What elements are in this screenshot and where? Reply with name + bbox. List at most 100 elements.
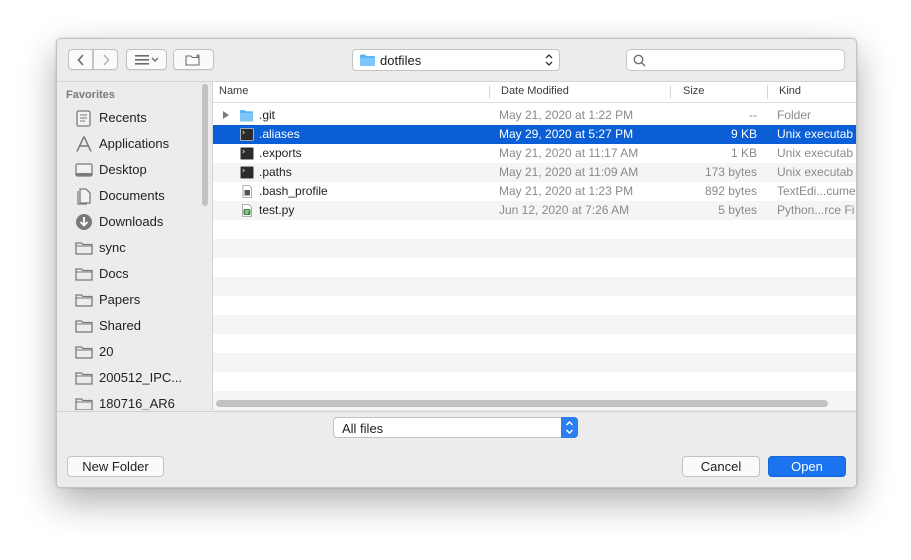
sidebar-item-label: Documents (99, 188, 165, 203)
updown-arrows-icon (545, 54, 553, 66)
chevron-left-icon (76, 53, 84, 66)
back-button[interactable] (68, 49, 93, 70)
path-selector[interactable]: dotfiles (352, 49, 560, 71)
sidebar-item-label: 20 (99, 344, 114, 359)
column-header-name[interactable]: Name (219, 85, 248, 97)
file-name: .exports (259, 146, 302, 160)
file-size: 1 KB (730, 146, 757, 160)
sidebar-item-downloads[interactable]: Downloads (57, 210, 202, 234)
search-input[interactable] (651, 52, 840, 70)
terminal-icon (240, 147, 254, 160)
file-size: 892 bytes (704, 184, 757, 198)
file-name: .git (259, 108, 276, 122)
file-name: test.py (259, 203, 295, 217)
column-header-date[interactable]: Date Modified (501, 85, 569, 97)
open-button[interactable]: Open (768, 456, 846, 477)
column-header-kind[interactable]: Kind (779, 85, 801, 97)
sidebar-item-docs[interactable]: Docs (57, 262, 202, 286)
column-header-size[interactable]: Size (683, 85, 704, 97)
file-row-bash-profile[interactable]: .bash_profile May 21, 2020 at 1:23 PM 89… (213, 182, 856, 201)
empty-row (213, 258, 856, 277)
empty-row (213, 372, 856, 391)
sidebar-item-label: Recents (99, 110, 147, 125)
toolbar: dotfiles (57, 39, 856, 82)
file-date: May 21, 2020 at 1:23 PM (499, 184, 634, 198)
empty-row (213, 239, 856, 258)
new-folder-button[interactable]: New Folder (67, 456, 164, 477)
clock-icon (76, 110, 91, 127)
sidebar-item-180716-ar6[interactable]: 180716_AR6 (57, 392, 202, 410)
new-folder-icon (184, 54, 200, 66)
file-name: .bash_profile (259, 184, 328, 198)
file-row-test-py[interactable]: test.py Jun 12, 2020 at 7:26 AM 5 bytes … (213, 201, 856, 220)
sidebar-item-shared[interactable]: Shared (57, 314, 202, 338)
empty-row (213, 353, 856, 372)
file-date: May 21, 2020 at 1:22 PM (499, 108, 634, 122)
column-header-row: Name Date Modified Size Kind (213, 82, 856, 103)
sidebar-item-label: 180716_AR6 (99, 396, 175, 410)
desktop-icon (75, 163, 93, 177)
sidebar-item-recents[interactable]: Recents (57, 106, 202, 130)
file-type-value: All files (342, 421, 384, 436)
file-row-paths[interactable]: .paths May 21, 2020 at 11:09 AM 173 byte… (213, 163, 856, 182)
sidebar-item-applications[interactable]: Applications (57, 132, 202, 156)
downloads-icon (76, 214, 92, 230)
file-row-aliases[interactable]: .aliases May 29, 2020 at 5:27 PM 9 KB Un… (213, 125, 856, 144)
documents-icon (77, 188, 91, 205)
sidebar-item-desktop[interactable]: Desktop (57, 158, 202, 182)
sidebar-item-papers[interactable]: Papers (57, 288, 202, 312)
file-list: Name Date Modified Size Kind .git May 21… (212, 82, 856, 410)
file-date: May 21, 2020 at 11:17 AM (499, 146, 639, 160)
file-name: .paths (259, 165, 292, 179)
sidebar-item-label: Shared (99, 318, 141, 333)
new-folder-toolbar-button[interactable] (173, 49, 214, 70)
file-kind: TextEdi...cume (777, 184, 856, 198)
cancel-button[interactable]: Cancel (682, 456, 760, 477)
empty-row (213, 334, 856, 353)
sidebar-scrollbar[interactable] (202, 84, 208, 206)
open-file-dialog: dotfiles Favorites Recents Applications … (56, 38, 857, 488)
file-size: 9 KB (730, 127, 757, 141)
terminal-icon (240, 128, 254, 141)
sidebar-item-label: 200512_IPC... (99, 370, 183, 385)
view-options-button[interactable] (126, 49, 167, 70)
sidebar-item-20[interactable]: 20 (57, 340, 202, 364)
column-divider[interactable] (670, 85, 671, 99)
folder-icon (75, 372, 93, 385)
python-file-icon (242, 204, 252, 217)
file-size: -- (749, 108, 757, 122)
horizontal-scrollbar[interactable] (216, 400, 828, 407)
file-size: 5 bytes (718, 203, 757, 217)
sidebar-item-documents[interactable]: Documents (57, 184, 202, 208)
applications-icon (76, 136, 92, 152)
folder-icon (75, 320, 93, 333)
disclosure-triangle-icon[interactable] (223, 111, 229, 119)
column-divider[interactable] (489, 85, 490, 99)
path-label: dotfiles (380, 52, 422, 68)
file-row-exports[interactable]: .exports May 21, 2020 at 11:17 AM 1 KB U… (213, 144, 856, 163)
empty-row (213, 277, 856, 296)
sidebar-item-label: Desktop (99, 162, 147, 177)
search-icon (633, 54, 646, 67)
list-view-icon (134, 54, 158, 65)
column-divider[interactable] (767, 85, 768, 99)
file-type-select[interactable]: All files (333, 417, 578, 438)
sidebar-item-200512-ipc[interactable]: 200512_IPC... (57, 366, 202, 390)
sidebar-item-label: Downloads (99, 214, 164, 229)
file-date: Jun 12, 2020 at 7:26 AM (499, 203, 630, 217)
sidebar-item-label: Docs (99, 266, 129, 281)
folder-icon (75, 268, 93, 281)
file-row-git[interactable]: .git May 21, 2020 at 1:22 PM -- Folder (213, 106, 856, 125)
search-field[interactable] (626, 49, 845, 71)
updown-arrows-icon (566, 421, 573, 434)
select-arrow[interactable] (561, 417, 578, 438)
folder-icon (75, 398, 93, 410)
empty-row (213, 315, 856, 334)
button-bar: New Folder Cancel Open (57, 445, 856, 487)
sidebar-item-sync[interactable]: sync (57, 236, 202, 260)
chevron-right-icon (102, 53, 110, 66)
forward-button[interactable] (93, 49, 118, 70)
file-kind: Unix executab (777, 127, 854, 141)
file-kind: Folder (777, 108, 812, 122)
folder-icon (75, 346, 93, 359)
